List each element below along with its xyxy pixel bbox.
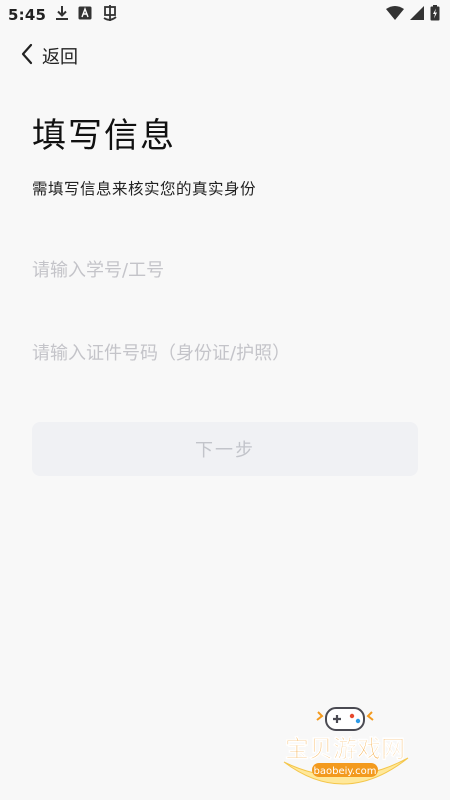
status-left: 5:45: [8, 4, 119, 26]
status-right: [386, 5, 440, 25]
bug-icon: [101, 4, 119, 26]
certificate-number-input[interactable]: [32, 333, 418, 373]
download-icon: [55, 5, 69, 25]
battery-charging-icon: [430, 5, 440, 25]
back-label: 返回: [42, 47, 78, 68]
wifi-icon: [386, 6, 404, 24]
page-subtitle: 需填写信息来核实您的真实身份: [32, 180, 257, 198]
chevron-left-icon: [20, 43, 34, 69]
status-bar: 5:45: [0, 0, 450, 30]
svg-text:宝贝游戏网: 宝贝游戏网: [285, 735, 405, 763]
svg-text:baobeiy.com: baobeiy.com: [314, 766, 377, 777]
student-id-input[interactable]: [32, 250, 418, 290]
signal-icon: [410, 6, 424, 24]
watermark-logo: 宝贝游戏网 baobeiy.com: [270, 700, 420, 790]
app-a-icon: [78, 6, 92, 24]
back-button[interactable]: 返回: [20, 40, 78, 72]
page-title: 填写信息: [32, 116, 176, 156]
gamepad-icon: [316, 707, 374, 731]
status-time: 5:45: [8, 6, 47, 24]
next-button[interactable]: 下一步: [32, 422, 418, 476]
